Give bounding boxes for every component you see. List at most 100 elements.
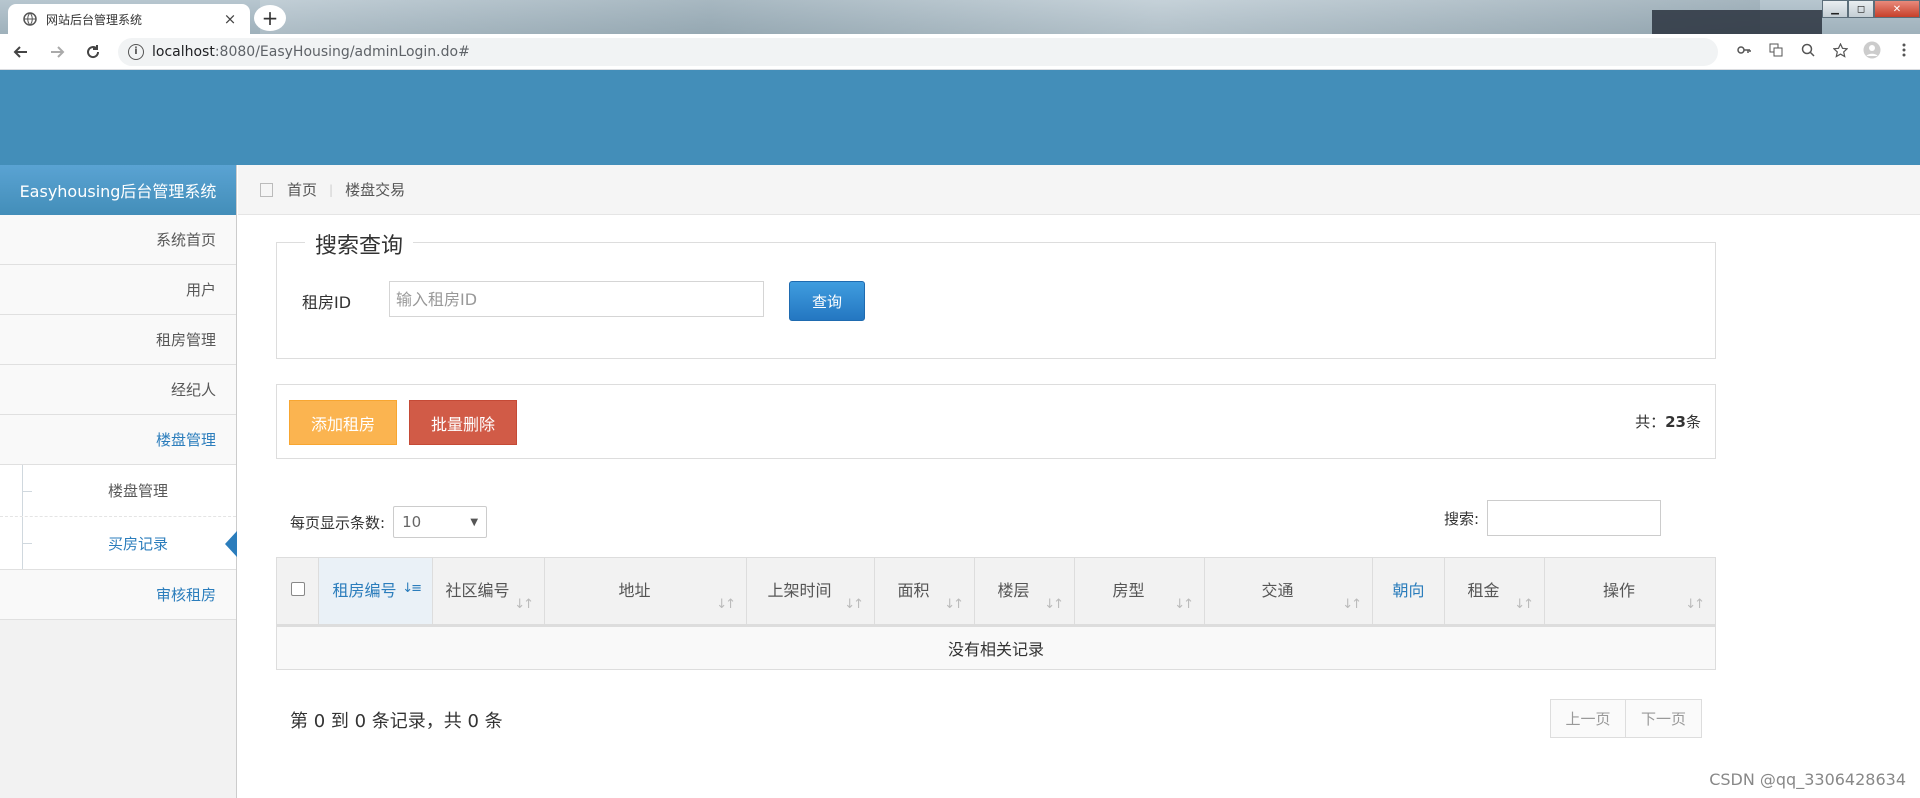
browser-tab-strip: 网站后台管理系统 × + ▁ ◻ ✕ [0, 0, 1920, 34]
bookmark-star-icon[interactable] [1824, 42, 1856, 62]
rental-table: 租房编号 ↓≡ 社区编号 ↓↑ 地址 ↓↑ 上架时间 ↓↑ 面积 ↓↑ 楼层 ↓↑ 房型 ↓↑… [276, 557, 1716, 670]
page-size-select[interactable]: 10 ▼ [393, 506, 488, 538]
pagination: 上一页 下一页 [1550, 699, 1702, 738]
sort-icon: ↓↑ [1044, 597, 1064, 612]
zoom-icon[interactable] [1792, 43, 1824, 61]
table-search-input[interactable] [1487, 500, 1662, 536]
breadcrumb: 首页 | 楼盘交易 [238, 165, 1920, 215]
sidebar: Easyhousing后台管理系统 系统首页 用户 租房管理 经纪人 楼盘管理 … [0, 165, 237, 798]
column-label: 上架时间 [767, 581, 832, 600]
batch-delete-button[interactable]: 批量删除 [409, 400, 517, 445]
search-panel-title: 搜索查询 [305, 228, 414, 260]
add-rental-button[interactable]: 添加租房 [289, 400, 397, 445]
column-label: 交通 [1261, 581, 1294, 600]
sort-icon: ↓↑ [1174, 597, 1194, 612]
column-label: 楼层 [997, 581, 1030, 600]
active-indicator-arrow [225, 531, 237, 557]
table-row: 没有相关记录 [276, 625, 1716, 670]
sidebar-item-rental-management[interactable]: 租房管理 [0, 315, 236, 365]
tab-close-icon[interactable]: × [222, 10, 238, 28]
select-all-checkbox[interactable] [276, 557, 319, 627]
next-page-button[interactable]: 下一页 [1626, 699, 1702, 738]
total-prefix: 共： [1635, 413, 1666, 431]
window-controls: ▁ ◻ ✕ [1822, 0, 1920, 18]
sidebar-subitem-label: 买房记录 [108, 534, 169, 553]
total-number: 23 [1665, 413, 1686, 431]
column-rent[interactable]: 租金 ↓↑ [1444, 557, 1545, 627]
url-path: :8080/EasyHousing/adminLogin.do# [214, 43, 470, 60]
column-transport[interactable]: 交通 ↓↑ [1204, 557, 1373, 627]
browser-tab[interactable]: 网站后台管理系统 × [8, 4, 250, 34]
checkbox-icon [290, 582, 305, 596]
sidebar-item-agents[interactable]: 经纪人 [0, 365, 236, 415]
sort-icon: ↓↑ [944, 597, 964, 612]
profile-avatar-icon[interactable] [1856, 41, 1888, 63]
rental-id-input[interactable] [389, 281, 764, 317]
sort-icon: ↓↑ [1342, 597, 1362, 612]
column-address[interactable]: 地址 ↓↑ [544, 557, 747, 627]
table-search: 搜索: [1444, 500, 1662, 536]
sidebar-subitem-property-management[interactable]: 楼盘管理 [0, 465, 236, 517]
address-bar: i localhost:8080/EasyHousing/adminLogin.… [0, 34, 1920, 70]
address-bar-actions [1728, 34, 1920, 70]
forward-icon[interactable] [42, 37, 72, 67]
sidebar-brand: Easyhousing后台管理系统 [0, 165, 236, 215]
column-label: 面积 [897, 581, 930, 600]
sidebar-subitem-purchase-records[interactable]: 买房记录 [0, 517, 237, 569]
column-rental-id[interactable]: 租房编号 ↓≡ [318, 557, 433, 627]
records-summary: 第 0 到 0 条记录，共 0 条 [290, 711, 503, 732]
column-actions[interactable]: 操作 ↓↑ [1544, 557, 1716, 627]
watermark: CSDN @qq_3306428634 [1709, 770, 1906, 789]
browser-theme-badge [1652, 10, 1822, 34]
minimize-button[interactable]: ▁ [1822, 0, 1848, 18]
column-area[interactable]: 面积 ↓↑ [874, 557, 975, 627]
sidebar-submenu: 楼盘管理 买房记录 [0, 465, 237, 570]
site-info-icon[interactable]: i [128, 43, 144, 60]
globe-icon [22, 11, 38, 27]
app-header [0, 70, 1920, 165]
table-search-label: 搜索: [1444, 509, 1480, 528]
translate-icon[interactable] [1760, 43, 1792, 61]
empty-table-message: 没有相关记录 [276, 625, 1716, 670]
sidebar-item-review-rentals[interactable]: 审核租房 [0, 570, 236, 620]
sidebar-item-property-management[interactable]: 楼盘管理 [0, 415, 236, 465]
total-suffix: 条 [1685, 413, 1701, 431]
prev-page-button[interactable]: 上一页 [1550, 699, 1626, 738]
page-size-control: 每页显示条数: 10 ▼ [290, 506, 488, 538]
column-community-id[interactable]: 社区编号 ↓↑ [432, 557, 545, 627]
column-label: 社区编号 [445, 581, 510, 600]
breadcrumb-current: 楼盘交易 [345, 181, 406, 199]
column-orientation[interactable]: 朝向 [1372, 557, 1445, 627]
browser-theme-background [260, 0, 1760, 34]
column-label: 地址 [618, 581, 651, 600]
action-toolbar: 添加租房 批量删除 共：23条 [276, 384, 1716, 459]
sort-icon: ↓↑ [1514, 597, 1534, 612]
sidebar-item-dashboard[interactable]: 系统首页 [0, 215, 236, 265]
sort-desc-icon: ↓≡ [402, 581, 422, 596]
sort-icon: ↓↑ [716, 597, 736, 612]
breadcrumb-home[interactable]: 首页 [287, 179, 317, 200]
column-listing-time[interactable]: 上架时间 ↓↑ [746, 557, 875, 627]
query-button[interactable]: 查询 [789, 281, 865, 321]
reload-icon[interactable] [78, 37, 108, 67]
breadcrumb-separator: | [329, 182, 334, 197]
column-room-type[interactable]: 房型 ↓↑ [1074, 557, 1205, 627]
rental-id-label: 租房ID [302, 293, 352, 312]
column-label: 租金 [1467, 581, 1500, 600]
column-floor[interactable]: 楼层 ↓↑ [974, 557, 1075, 627]
new-tab-button[interactable]: + [254, 5, 286, 31]
home-icon [260, 182, 273, 197]
column-label: 操作 [1602, 581, 1635, 600]
window-close-button[interactable]: ✕ [1874, 0, 1920, 18]
url-host: localhost [152, 43, 215, 60]
column-label: 朝向 [1392, 581, 1425, 600]
url-field[interactable]: i localhost:8080/EasyHousing/adminLogin.… [118, 37, 1718, 66]
maximize-button[interactable]: ◻ [1848, 0, 1874, 18]
search-panel: 搜索查询 租房ID 查询 [276, 228, 1716, 359]
browser-menu-icon[interactable] [1888, 43, 1920, 61]
table-header-row: 租房编号 ↓≡ 社区编号 ↓↑ 地址 ↓↑ 上架时间 ↓↑ 面积 ↓↑ 楼层 ↓↑ 房型 ↓↑… [276, 557, 1716, 627]
sidebar-item-users[interactable]: 用户 [0, 265, 236, 315]
chevron-down-icon: ▼ [470, 516, 479, 528]
key-icon[interactable] [1728, 43, 1760, 61]
back-icon[interactable] [6, 37, 36, 67]
